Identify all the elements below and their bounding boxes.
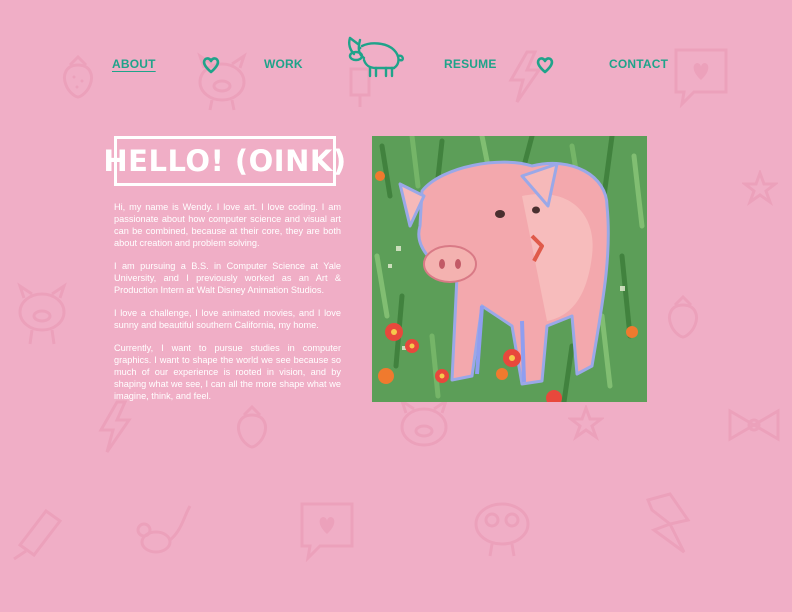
pig-icon bbox=[10, 280, 74, 350]
about-paragraph: Hi, my name is Wendy. I love art. I love… bbox=[114, 202, 341, 248]
mouse-icon bbox=[130, 500, 194, 564]
page-title: HELLO! (OINK) bbox=[103, 136, 346, 186]
speech-heart-icon bbox=[298, 500, 356, 562]
about-paragraph: I love a challenge, I love animated movi… bbox=[114, 308, 341, 330]
pig-icon bbox=[190, 50, 254, 114]
about-text: Hi, my name is Wendy. I love art. I love… bbox=[114, 201, 341, 407]
pig-icon bbox=[466, 490, 538, 560]
pig-logo-icon[interactable] bbox=[346, 34, 408, 83]
nav-contact-link[interactable]: CONTACT bbox=[609, 57, 668, 71]
bow-icon bbox=[724, 405, 784, 445]
pig-painting-image bbox=[372, 136, 647, 402]
heart-icon bbox=[202, 56, 220, 79]
lightning-icon bbox=[640, 490, 696, 556]
heart-icon bbox=[536, 56, 554, 79]
star-icon bbox=[742, 170, 778, 206]
strawberry-icon bbox=[234, 405, 270, 449]
popsicle-icon bbox=[10, 505, 64, 561]
lightning-icon bbox=[95, 400, 135, 454]
speech-heart-icon bbox=[672, 46, 730, 108]
page-title-text: HELLO! (OINK) bbox=[103, 144, 347, 178]
star-icon bbox=[568, 405, 604, 441]
pig-icon bbox=[392, 395, 456, 459]
nav-work-link[interactable]: WORK bbox=[264, 57, 303, 71]
nav-about-link[interactable]: ABOUT bbox=[112, 57, 156, 71]
about-paragraph: I am pursuing a B.S. in Computer Science… bbox=[114, 261, 341, 295]
strawberry-icon bbox=[60, 55, 96, 99]
nav-resume-link[interactable]: RESUME bbox=[444, 57, 497, 71]
about-paragraph: Currently, I want to pursue studies in c… bbox=[114, 343, 341, 401]
strawberry-icon bbox=[665, 295, 701, 339]
